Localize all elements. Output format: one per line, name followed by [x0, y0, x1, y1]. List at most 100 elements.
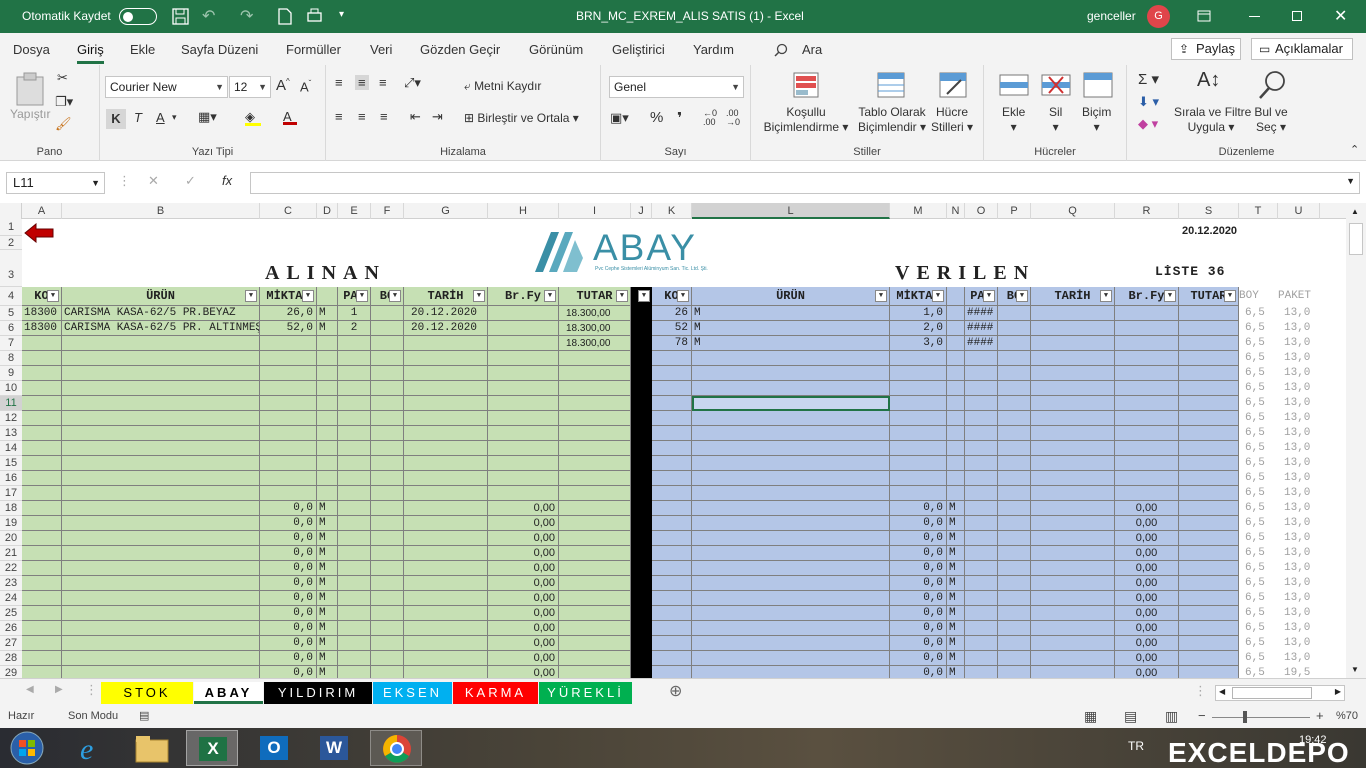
alinan-unit-cell[interactable]: M [317, 576, 338, 591]
verilen-tutar-cell[interactable] [1179, 546, 1239, 561]
number-format-select[interactable]: Genel ▼ [609, 76, 744, 98]
tab-giris[interactable]: Giriş [77, 42, 104, 64]
verilen-urun-cell[interactable] [692, 486, 890, 501]
alinan-tutar-cell[interactable] [559, 501, 631, 516]
alinan-bo-cell[interactable] [371, 516, 404, 531]
verilen-pai-cell[interactable] [965, 576, 998, 591]
verilen-tarih-cell[interactable] [1031, 531, 1115, 546]
verilen-tarih-cell[interactable] [1031, 651, 1115, 666]
alinan-bo-cell[interactable] [371, 396, 404, 411]
alinan-pai-cell[interactable] [338, 471, 371, 486]
verilen-tarih-cell[interactable] [1031, 546, 1115, 561]
separator-cell[interactable] [631, 501, 652, 516]
alinan-brfy-cell[interactable] [488, 306, 559, 321]
verilen-pai-cell[interactable] [965, 606, 998, 621]
verilen-ko-cell[interactable] [652, 366, 692, 381]
verilen-header-cell[interactable]: Br.Fy ▼ [1115, 287, 1179, 306]
italic-button[interactable]: T [134, 110, 142, 125]
alinan-miktar-cell[interactable]: 0,0 [260, 651, 317, 666]
verilen-pai-cell[interactable] [965, 366, 998, 381]
tab-yardim[interactable]: Yardım [693, 42, 734, 57]
scroll-thumb[interactable] [1349, 223, 1363, 255]
boy-cell[interactable]: 6,5 [1239, 351, 1278, 366]
boy-cell[interactable]: 6,5 [1239, 456, 1278, 471]
verilen-urun-cell[interactable] [692, 621, 890, 636]
font-name-select[interactable]: Courier New ▼ [105, 76, 228, 98]
alinan-ko-cell[interactable] [22, 471, 62, 486]
sheet-tab-eksen[interactable]: EKSEN [373, 682, 452, 704]
verilen-brfy-cell[interactable] [1115, 336, 1179, 351]
verilen-tarih-cell[interactable] [1031, 501, 1115, 516]
verilen-urun-cell[interactable] [692, 666, 890, 678]
alinan-bo-cell[interactable] [371, 336, 404, 351]
collapse-ribbon-icon[interactable]: ⌃ [1350, 143, 1359, 156]
paket-cell[interactable]: 13,0 [1278, 576, 1310, 591]
verilen-tutar-cell[interactable] [1179, 381, 1239, 396]
row-header[interactable]: 14 [0, 441, 22, 456]
paket-cell[interactable]: 13,0 [1278, 561, 1310, 576]
alinan-bo-cell[interactable] [371, 546, 404, 561]
paket-cell[interactable]: 13,0 [1278, 306, 1310, 321]
verilen-unit-cell[interactable]: M [947, 501, 965, 516]
paste-button[interactable]: Yapıştır [10, 107, 50, 122]
verilen-urun-cell[interactable]: M [692, 321, 890, 336]
verilen-bo-cell[interactable] [998, 486, 1031, 501]
alinan-brfy-cell[interactable]: 0,00 [488, 501, 559, 516]
formula-input[interactable]: ▼ [250, 172, 1360, 194]
separator-cell[interactable] [631, 666, 652, 678]
alinan-bo-cell[interactable] [371, 576, 404, 591]
zoom-in-icon[interactable]: + [1316, 708, 1324, 723]
tab-dosya[interactable]: Dosya [13, 42, 50, 57]
alinan-tutar-cell[interactable] [559, 486, 631, 501]
verilen-ko-cell[interactable] [652, 411, 692, 426]
row-header[interactable]: 19 [0, 516, 22, 531]
tab-veri[interactable]: Veri [370, 42, 392, 57]
verilen-bo-cell[interactable] [998, 546, 1031, 561]
alinan-urun-cell[interactable]: CARISMA KASA-62/5 PR.BEYAZ [62, 306, 260, 321]
hscroll-thumb[interactable] [1232, 687, 1312, 699]
new-file-icon[interactable] [278, 8, 292, 25]
alinan-tarih-cell[interactable] [404, 351, 488, 366]
alinan-pai-cell[interactable] [338, 456, 371, 471]
verilen-tutar-cell[interactable] [1179, 336, 1239, 351]
alinan-urun-cell[interactable] [62, 606, 260, 621]
alinan-miktar-cell[interactable] [260, 381, 317, 396]
alinan-unit-cell[interactable]: M [317, 666, 338, 678]
underline-dropdown-icon[interactable]: ▾ [172, 112, 177, 123]
verilen-urun-cell[interactable] [692, 351, 890, 366]
alinan-miktar-cell[interactable] [260, 441, 317, 456]
sheet-tab-stok[interactable]: STOK [101, 682, 193, 704]
alinan-bo-cell[interactable] [371, 411, 404, 426]
alinan-tutar-cell[interactable] [559, 561, 631, 576]
row-header[interactable]: 18 [0, 501, 22, 516]
alinan-tarih-cell[interactable] [404, 441, 488, 456]
verilen-ko-cell[interactable] [652, 636, 692, 651]
separator-cell[interactable] [631, 381, 652, 396]
borders-icon[interactable]: ▦▾ [198, 109, 217, 125]
file-explorer-icon[interactable] [126, 730, 178, 766]
row-header[interactable]: 25 [0, 606, 22, 621]
alinan-unit-cell[interactable] [317, 366, 338, 381]
scroll-right-icon[interactable]: ▶ [1335, 687, 1341, 696]
alinan-ko-cell[interactable] [22, 651, 62, 666]
boy-cell[interactable]: 6,5 [1239, 546, 1278, 561]
verilen-bo-cell[interactable] [998, 561, 1031, 576]
alinan-tutar-cell[interactable] [559, 531, 631, 546]
verilen-urun-cell[interactable] [692, 531, 890, 546]
alinan-miktar-cell[interactable]: 0,0 [260, 591, 317, 606]
sheet-tab-karma[interactable]: KARMA [453, 682, 538, 704]
alinan-unit-cell[interactable]: M [317, 516, 338, 531]
separator-cell[interactable] [631, 336, 652, 351]
boy-cell[interactable]: 6,5 [1239, 366, 1278, 381]
paket-cell[interactable]: 13,0 [1278, 456, 1310, 471]
verilen-urun-cell[interactable]: M [692, 336, 890, 351]
alinan-unit-cell[interactable]: M [317, 651, 338, 666]
verilen-pai-cell[interactable] [965, 591, 998, 606]
verilen-unit-cell[interactable] [947, 411, 965, 426]
verilen-header-cell[interactable]: TARİH ▼ [1031, 287, 1115, 306]
alinan-urun-cell[interactable] [62, 591, 260, 606]
verilen-ko-cell[interactable] [652, 666, 692, 678]
alinan-unit-cell[interactable]: M [317, 546, 338, 561]
autosum-icon[interactable]: Σ ▾ [1138, 70, 1159, 88]
orientation-icon[interactable]: ⤢▾ [404, 75, 421, 91]
